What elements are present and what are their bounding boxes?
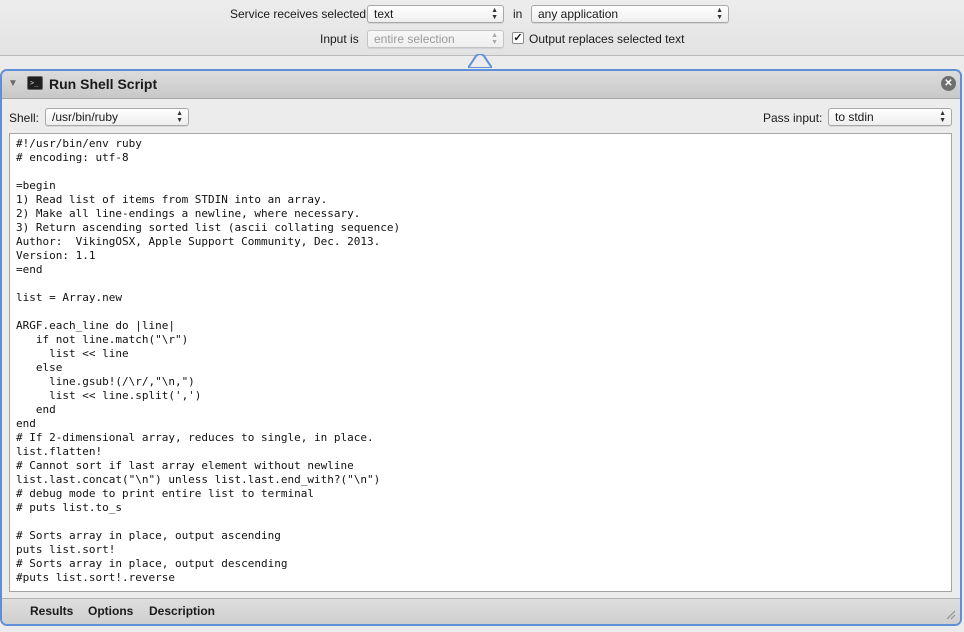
connector-notch-icon xyxy=(468,54,492,68)
updown-arrows-icon: ▲ ▼ xyxy=(939,110,946,124)
service-receives-label: Service receives selected xyxy=(230,7,367,21)
tab-results[interactable]: Results xyxy=(30,604,73,618)
disclosure-triangle-icon[interactable]: ▼ xyxy=(8,78,18,89)
action-title: Run Shell Script xyxy=(49,76,158,92)
shell-select[interactable]: /usr/bin/ruby ▲ ▼ xyxy=(45,108,189,126)
pass-input-value: to stdin xyxy=(835,110,874,124)
application-value: any application xyxy=(538,7,619,21)
updown-arrows-icon: ▲ ▼ xyxy=(491,7,498,21)
output-replaces-checkbox[interactable]: ✓ xyxy=(512,32,524,44)
shell-value: /usr/bin/ruby xyxy=(52,110,119,124)
in-label: in xyxy=(513,7,523,21)
application-select[interactable]: any application ▲ ▼ xyxy=(531,5,729,23)
output-replaces-label: Output replaces selected text xyxy=(529,32,685,46)
updown-arrows-icon: ▲ ▼ xyxy=(491,32,498,46)
tab-description[interactable]: Description xyxy=(149,604,215,618)
resize-grip-icon[interactable] xyxy=(946,610,956,620)
input-is-label: Input is xyxy=(320,32,359,46)
updown-arrows-icon: ▲ ▼ xyxy=(176,110,183,124)
action-titlebar[interactable]: ▼ >_ Run Shell Script ✕ xyxy=(2,71,960,99)
terminal-icon: >_ xyxy=(27,76,43,90)
run-shell-script-action: ▼ >_ Run Shell Script ✕ Shell: /usr/bin/… xyxy=(0,69,962,626)
pass-input-label: Pass input: xyxy=(763,111,823,125)
input-is-value: entire selection xyxy=(374,32,455,46)
script-code[interactable]: #!/usr/bin/env ruby # encoding: utf-8 =b… xyxy=(16,137,951,585)
service-config-bar: Service receives selected text ▲ ▼ in any… xyxy=(0,0,964,56)
tab-options[interactable]: Options xyxy=(88,604,133,618)
updown-arrows-icon: ▲ ▼ xyxy=(716,7,723,21)
input-is-select: entire selection ▲ ▼ xyxy=(367,30,504,48)
input-type-select[interactable]: text ▲ ▼ xyxy=(367,5,504,23)
input-type-value: text xyxy=(374,7,394,21)
close-icon[interactable]: ✕ xyxy=(941,76,956,91)
script-editor[interactable]: #!/usr/bin/env ruby # encoding: utf-8 =b… xyxy=(9,133,952,592)
action-footer: Results Options Description xyxy=(2,598,960,624)
shell-label: Shell: xyxy=(9,111,40,125)
pass-input-select[interactable]: to stdin ▲ ▼ xyxy=(828,108,952,126)
